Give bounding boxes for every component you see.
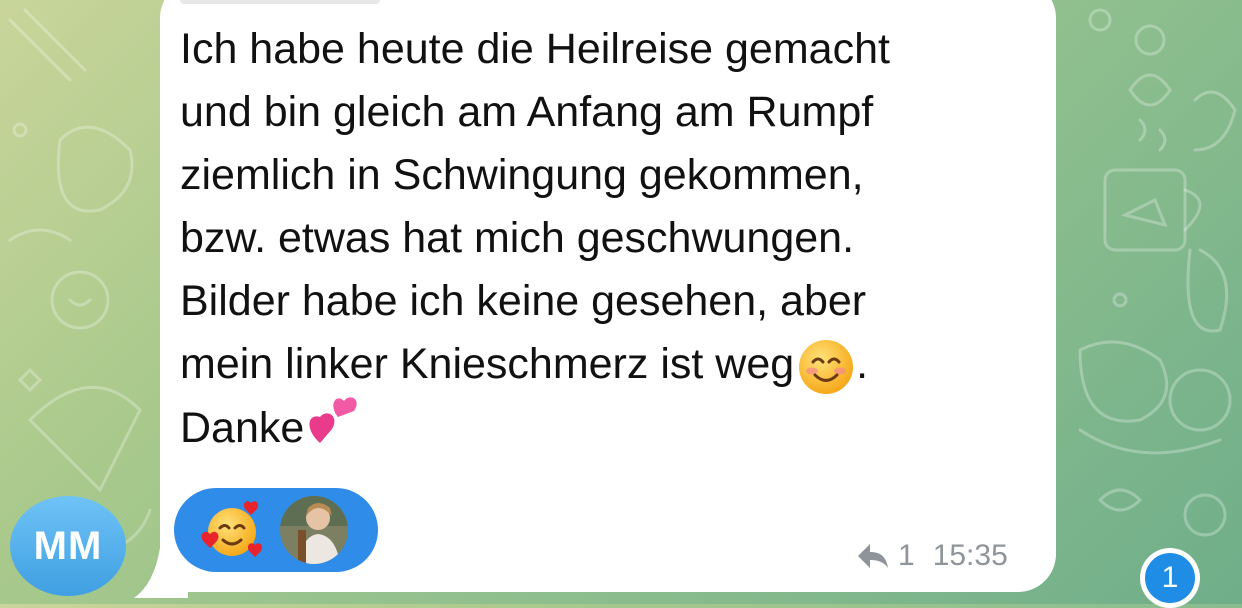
message-text: Ich habe heute die Heilreise gemacht und… — [180, 18, 1040, 460]
message-line: bzw. etwas hat mich geschwungen. — [180, 214, 855, 262]
closing-word: Danke — [180, 403, 305, 452]
unread-count: 1 — [1161, 561, 1179, 594]
reply-arrow-icon[interactable] — [856, 542, 890, 570]
message-line: und bin gleich am Anfang am Rumpf — [180, 88, 874, 136]
reply-count[interactable]: 1 — [898, 539, 915, 573]
message-line-with-emoji: mein linker Knieschmerz ist weg . — [180, 333, 1040, 397]
reactions-pill[interactable] — [174, 488, 378, 572]
message-line: Bilder habe ich keine gesehen, aber — [180, 277, 867, 325]
message-line: ziemlich in Schwingung gekommen, — [180, 151, 864, 199]
message-line: Ich habe heute die Heilreise gemacht — [180, 25, 890, 73]
faded-forward-header — [180, 0, 380, 4]
user-photo-icon — [280, 496, 348, 564]
message-line: mein linker Knieschmerz ist weg — [180, 340, 795, 388]
sender-initials: MM — [33, 523, 103, 568]
message-line-end: . — [856, 340, 869, 388]
user-photo-reaction[interactable] — [278, 494, 350, 566]
two-hearts-icon — [309, 396, 357, 443]
message-time: 15:35 — [932, 539, 1008, 572]
sender-avatar[interactable]: MM — [10, 496, 126, 596]
closing-line: Danke — [180, 396, 1040, 460]
smiling-face-with-hearts-icon[interactable] — [198, 496, 266, 564]
message-meta: 1 15:35 — [856, 534, 1008, 578]
smiling-face-icon — [799, 339, 854, 394]
unread-count-circle: 1 — [1145, 553, 1195, 603]
unread-badge[interactable]: 1 — [1140, 548, 1200, 608]
